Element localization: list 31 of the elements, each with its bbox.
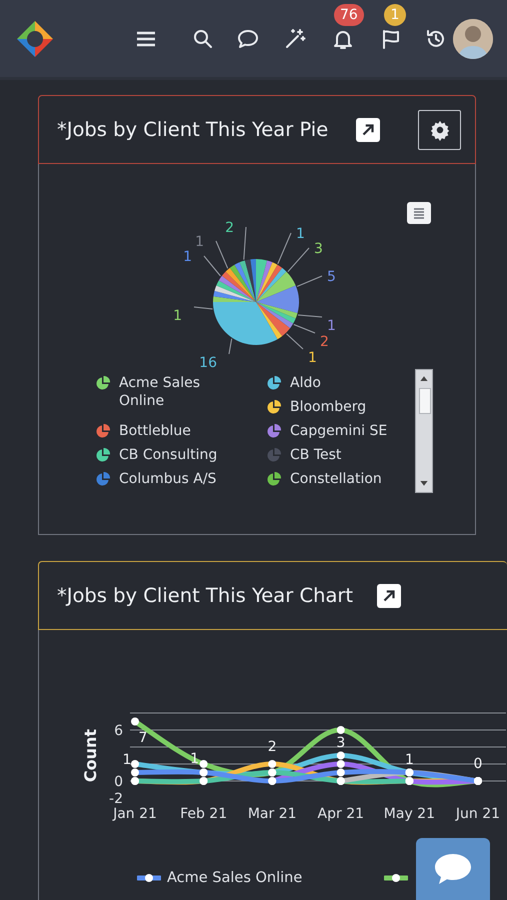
notification-badge: 76 (334, 4, 364, 26)
data-label: 2 (225, 220, 234, 236)
card-title: *Jobs by Client This Year Pie (57, 118, 328, 141)
data-label: 7 (138, 730, 148, 746)
axis-tick-label: Jan 21 (113, 806, 157, 822)
data-label: 2 (268, 739, 277, 755)
axis-tick-label: Jun 21 (456, 806, 500, 822)
data-label: 3 (336, 735, 346, 751)
axis-tick-label: May 21 (384, 806, 435, 822)
axis-title: Count (81, 728, 100, 782)
data-label: 1 (122, 752, 132, 768)
data-label: 1 (296, 226, 305, 242)
axis-tick-label: Feb 21 (180, 806, 228, 822)
axis-tick-label: 6 (114, 723, 123, 739)
data-label: 1 (183, 249, 192, 265)
data-label: 16 (199, 355, 217, 371)
axis-tick-label: Mar 21 (248, 806, 297, 822)
data-label: 1 (327, 318, 336, 334)
flag-badge: 1 (384, 4, 406, 26)
data-label: 1 (173, 308, 182, 324)
data-label: 1 (308, 350, 317, 366)
axis-tick-label: -2 (109, 791, 123, 807)
data-label: 3 (314, 241, 323, 257)
axis-tick-label: Apr 21 (318, 806, 364, 822)
data-label: 5 (327, 269, 336, 285)
data-label: 1 (195, 234, 204, 250)
data-label: 1 (404, 752, 414, 768)
data-label: 2 (320, 334, 329, 350)
card-title: *Jobs by Client This Year Chart (57, 584, 354, 607)
data-label: 0 (474, 756, 482, 772)
axis-tick-label: 0 (114, 774, 123, 790)
